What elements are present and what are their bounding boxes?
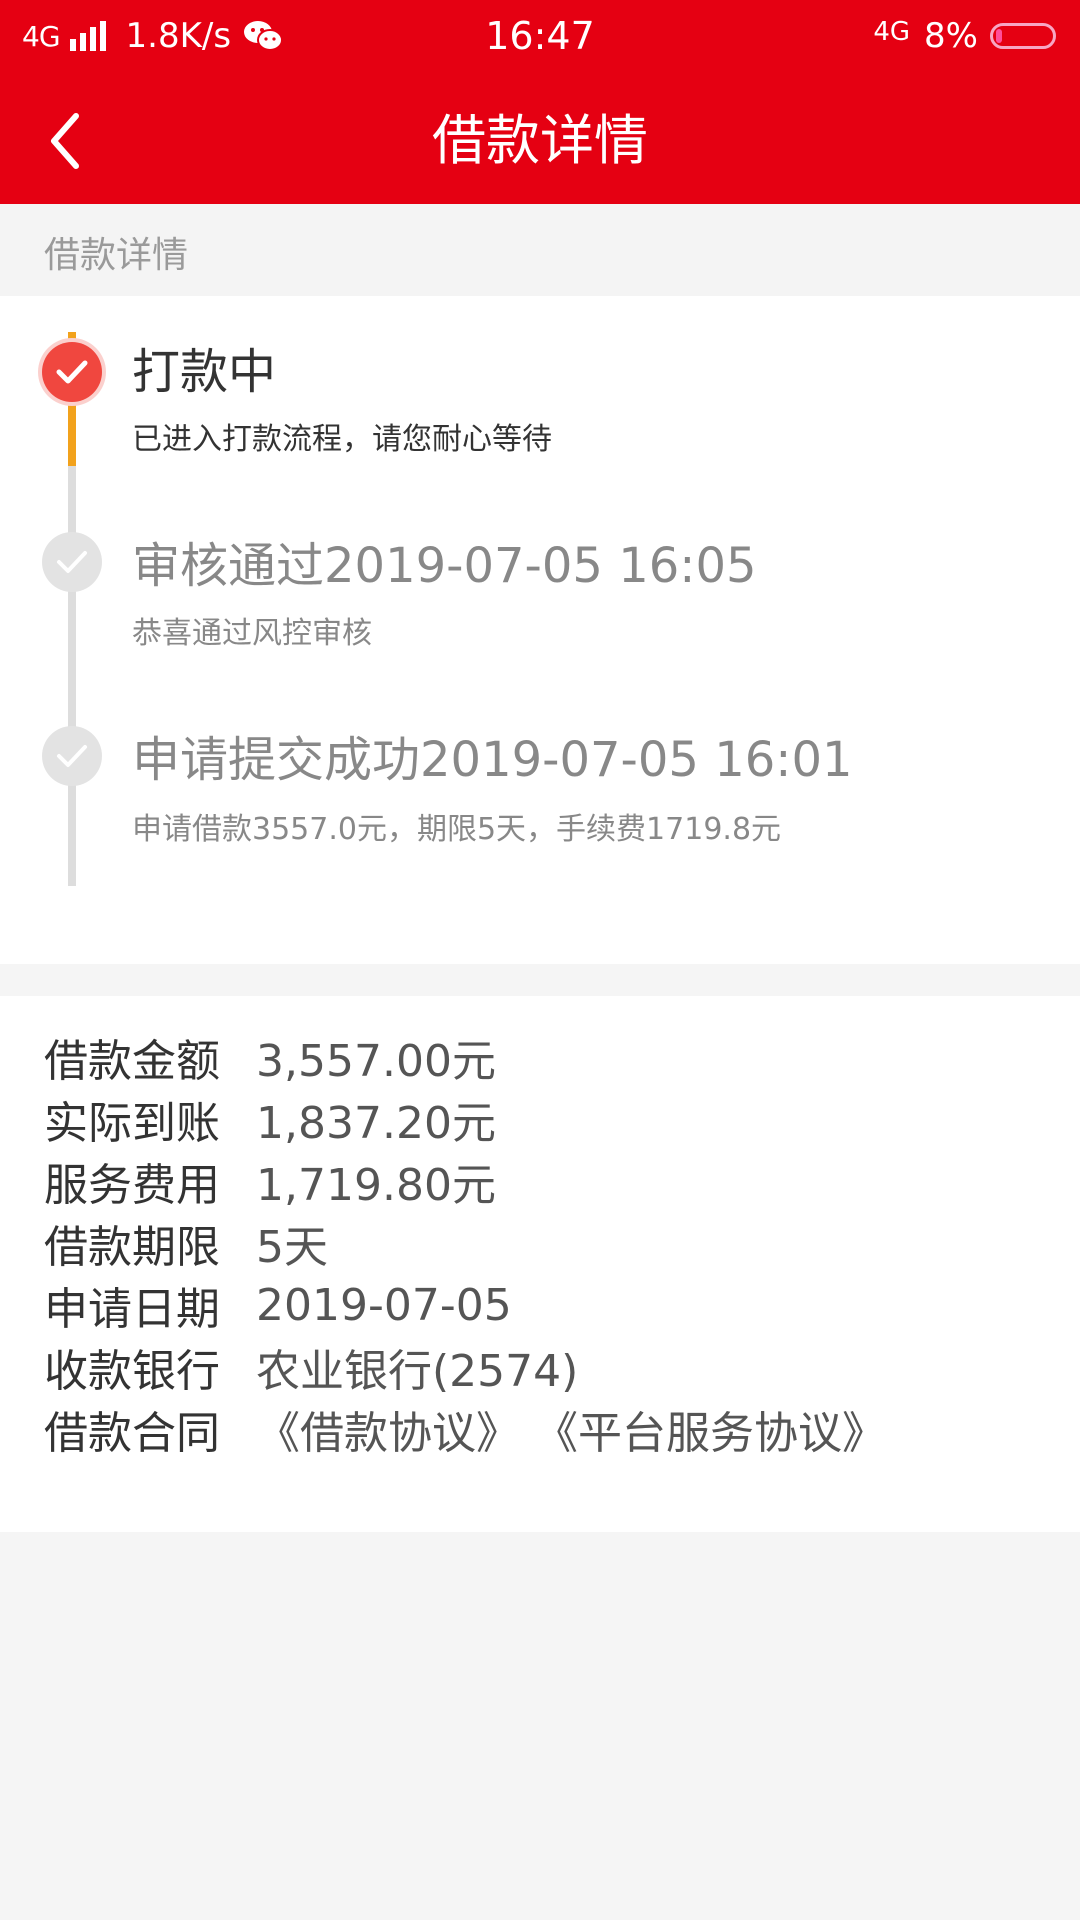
step-dot [42, 532, 102, 592]
section-header-label: 借款详情 [44, 235, 189, 276]
detail-row-contract: 借款合同 《借款协议》 《平台服务协议》 [44, 1398, 900, 1460]
step-active-dot [42, 342, 102, 402]
detail-label: 实际到账 [44, 1098, 220, 1149]
detail-label: 借款期限 [44, 1222, 220, 1273]
detail-label: 服务费用 [44, 1160, 220, 1211]
detail-row-receiving-bank: 收款银行 农业银行(2574) [44, 1336, 578, 1398]
step-description: 申请借款3557.0元，期限5天，手续费1719.8元 [132, 812, 782, 847]
loan-details: 借款金额 3,557.00元 实际到账 1,837.20元 服务费用 1,719… [0, 996, 1080, 1532]
detail-label: 申请日期 [44, 1284, 220, 1335]
detail-value: 1,837.20元 [256, 1098, 496, 1149]
step-dot [42, 726, 102, 786]
step-description: 恭喜通过风控审核 [132, 616, 372, 651]
detail-row-apply-date: 申请日期 2019-07-05 [44, 1274, 512, 1336]
checkmark-icon [57, 745, 87, 767]
nav-bar: 借款详情 [0, 74, 1080, 204]
detail-value: 5天 [256, 1222, 328, 1273]
detail-row-loan-amount: 借款金额 3,557.00元 [44, 1026, 496, 1088]
loan-agreement-link[interactable]: 《借款协议》 [256, 1397, 520, 1461]
step-title: 打款中 [132, 344, 277, 400]
detail-row-loan-term: 借款期限 5天 [44, 1212, 328, 1274]
page-title: 借款详情 [432, 109, 648, 172]
detail-value: 农业银行(2574) [256, 1346, 579, 1397]
detail-value: 3,557.00元 [256, 1036, 496, 1087]
platform-service-agreement-link[interactable]: 《平台服务协议》 [534, 1397, 886, 1461]
step-description: 已进入打款流程，请您耐心等待 [132, 422, 552, 457]
checkmark-icon [56, 360, 88, 384]
step-title: 审核通过2019-07-05 16:05 [132, 538, 757, 594]
detail-row-service-fee: 服务费用 1,719.80元 [44, 1150, 496, 1212]
status-bar: 4G 1.8K/s 16:47 4G 8% [0, 0, 1080, 74]
detail-label: 收款银行 [44, 1346, 220, 1397]
battery-icon [990, 23, 1056, 49]
detail-value: 2019-07-05 [256, 1279, 512, 1331]
timeline-line [68, 466, 76, 886]
detail-value: 1,719.80元 [256, 1160, 496, 1211]
section-header: 借款详情 [0, 204, 1080, 296]
status-timeline: 打款中 已进入打款流程，请您耐心等待 审核通过2019-07-05 16:05 … [0, 296, 1080, 964]
detail-row-actual-received: 实际到账 1,837.20元 [44, 1088, 496, 1150]
step-title: 申请提交成功2019-07-05 16:01 [132, 732, 853, 788]
detail-label: 借款合同 [44, 1408, 220, 1459]
battery-percent: 8% [924, 16, 978, 56]
detail-label: 借款金额 [44, 1036, 220, 1087]
checkmark-icon [57, 551, 87, 573]
network-type-secondary: 4G [873, 17, 911, 47]
status-right: 4G 8% [873, 14, 1056, 58]
